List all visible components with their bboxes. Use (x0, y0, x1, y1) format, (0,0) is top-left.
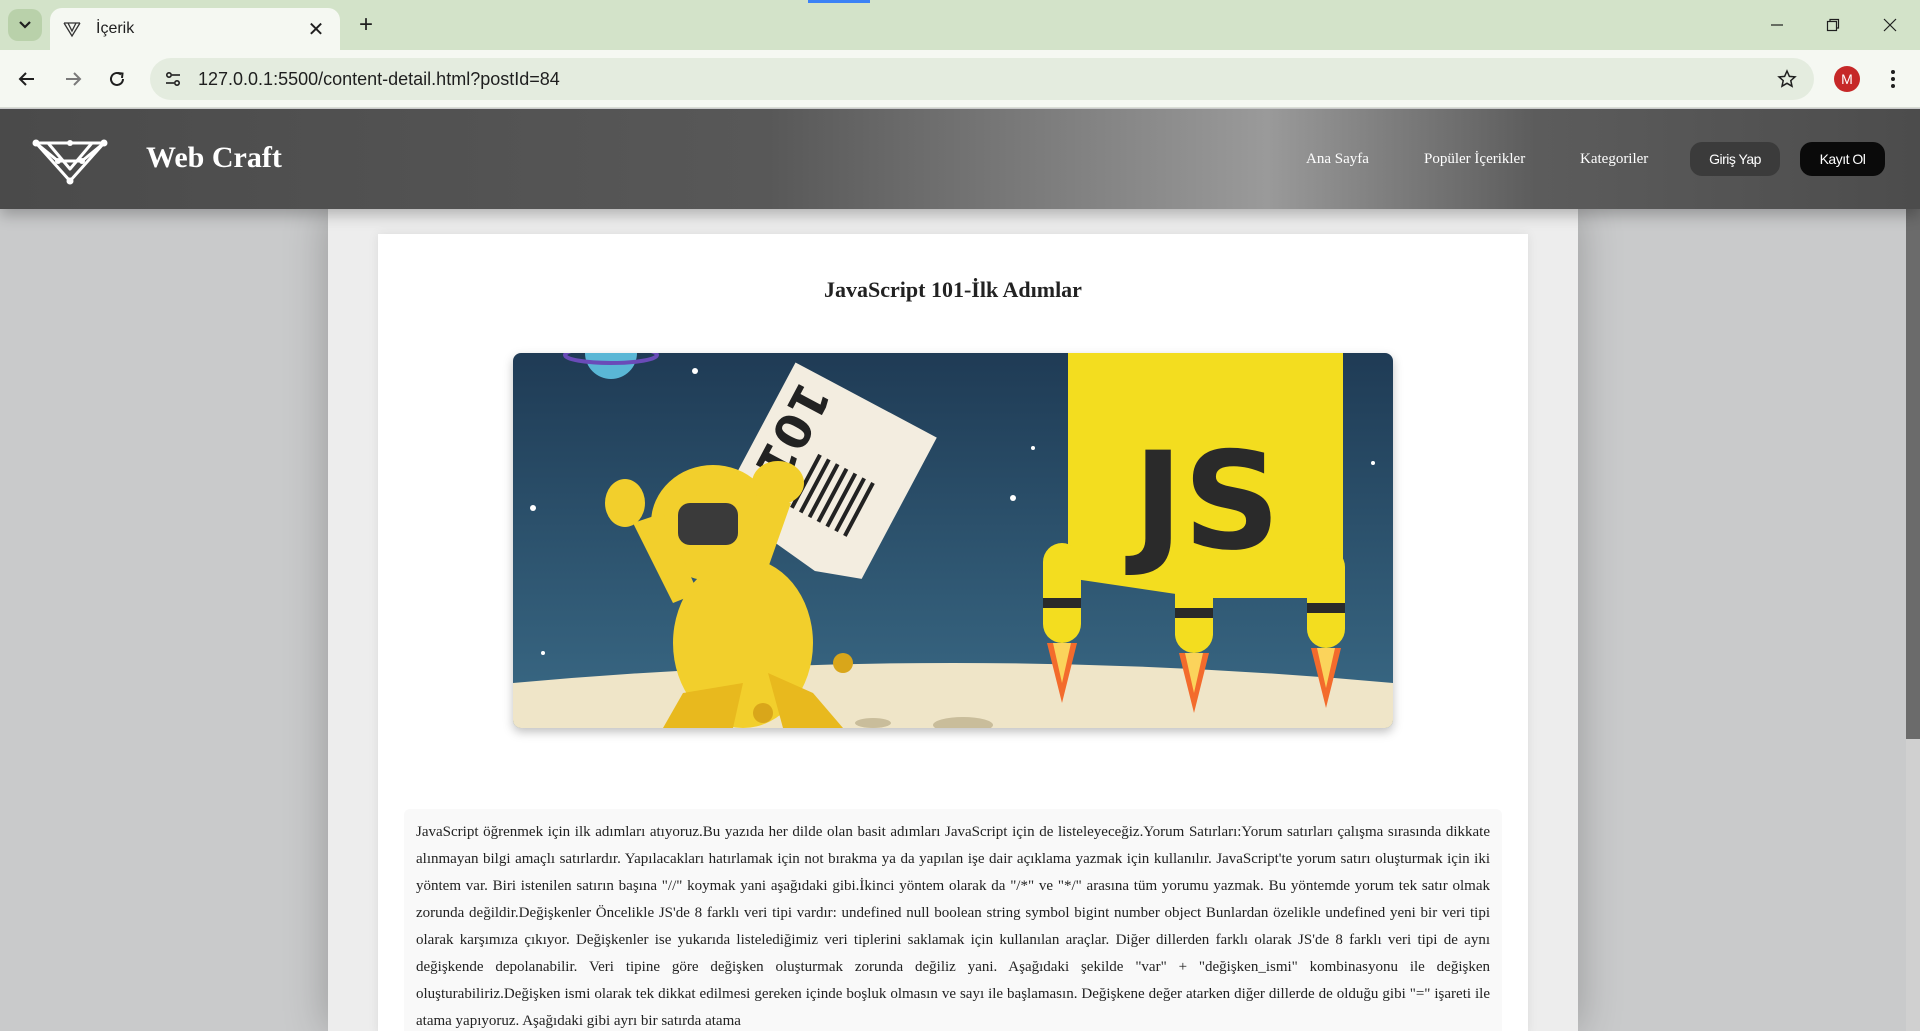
post-title: JavaScript 101-İlk Adımlar (824, 277, 1082, 302)
page-viewport: Web Craft Ana Sayfa Popüler İçerikler Ka… (0, 109, 1920, 1031)
reload-icon[interactable] (100, 62, 134, 96)
page-scrollbar-thumb[interactable] (1906, 209, 1920, 739)
register-button[interactable]: Kayıt Ol (1800, 142, 1885, 176)
post-content-box: JavaScript öğrenmek için ilk adımları at… (404, 809, 1502, 1031)
tab-title: İçerik (96, 20, 135, 37)
forward-arrow-icon[interactable] (56, 62, 90, 96)
web-craft-favicon (63, 22, 81, 38)
browser-tab-bar: İçerik ✕ + (0, 0, 1920, 50)
url-text[interactable]: 127.0.0.1:5500/content-detail.html?postI… (198, 69, 1770, 90)
nav-link-home[interactable]: Ana Sayfa (1306, 151, 1369, 168)
login-button[interactable]: Giriş Yap (1690, 142, 1780, 176)
minimize-icon[interactable] (1757, 8, 1797, 42)
post-content: JavaScript öğrenmek için ilk adımları at… (416, 824, 1490, 1029)
post-hero-image: JS 101 (513, 353, 1393, 728)
site-header: Web Craft Ana Sayfa Popüler İçerikler Ka… (0, 109, 1920, 209)
back-arrow-icon[interactable] (10, 62, 44, 96)
plus-icon[interactable]: + (352, 11, 380, 39)
window-close-icon[interactable] (1870, 8, 1910, 42)
nav-link-popular[interactable]: Popüler İçerikler (1424, 151, 1525, 168)
restore-icon[interactable] (1813, 8, 1853, 42)
brand-name[interactable]: Web Craft (146, 141, 282, 175)
tab-search-button[interactable] (8, 9, 42, 41)
tab-search-icon (19, 21, 31, 29)
profile-avatar[interactable]: M (1834, 66, 1860, 92)
more-menu-icon[interactable] (1878, 62, 1908, 96)
bookmark-star-icon[interactable] (1770, 62, 1804, 96)
site-info-icon[interactable] (156, 62, 190, 96)
address-bar[interactable]: 127.0.0.1:5500/content-detail.html?postI… (150, 58, 1814, 100)
tab-loading-indicator (808, 0, 870, 3)
close-icon[interactable]: ✕ (304, 17, 328, 41)
web-craft-logo-icon[interactable] (32, 135, 108, 185)
post-card: JavaScript 101-İlk Adımlar JS 101 JavaSc… (378, 234, 1528, 1031)
browser-toolbar: 127.0.0.1:5500/content-detail.html?postI… (0, 50, 1920, 108)
nav-link-categories[interactable]: Kategoriler (1580, 151, 1648, 168)
hero-illustration: JS 101 (513, 353, 1393, 728)
browser-tab-active[interactable]: İçerik ✕ (50, 8, 340, 50)
